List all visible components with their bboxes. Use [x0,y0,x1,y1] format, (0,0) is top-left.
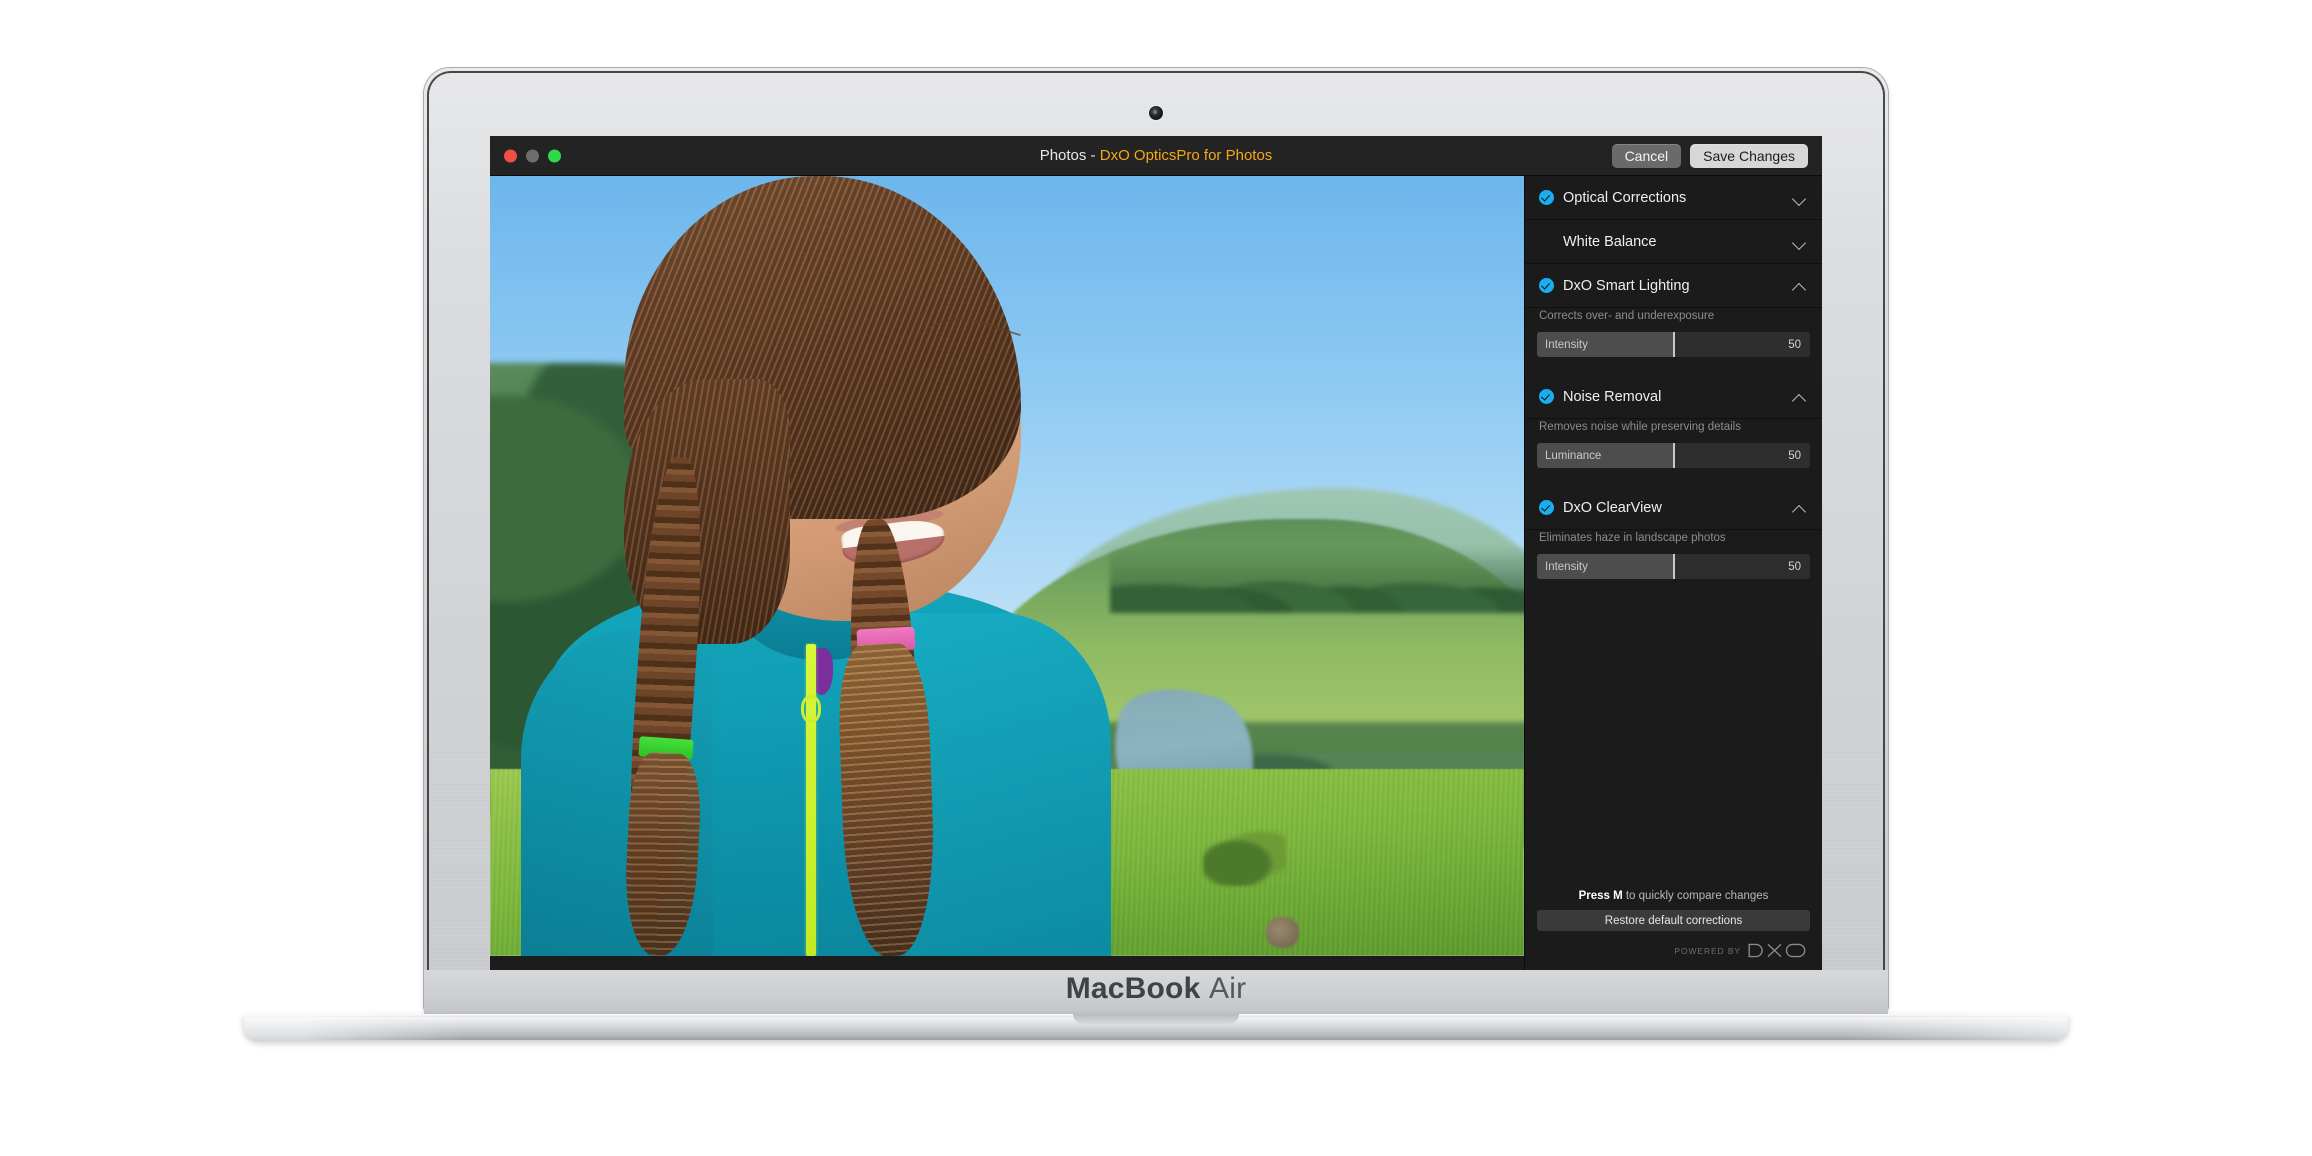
laptop-base-notch [1073,1014,1239,1024]
traffic-lights [504,149,561,162]
window-title-app: DxO OpticsPro for Photos [1099,147,1273,164]
section-description-dxo-clearview: Eliminates haze in landscape photos [1539,532,1726,544]
dxo-logo-icon [1748,943,1806,958]
photo-jacket-right-shoulder [905,612,1111,956]
minimize-button[interactable] [526,149,539,162]
panel-footer: Press M to quickly compare changes Resto… [1525,880,1822,972]
slider-handle-dxo-clearview[interactable] [1672,554,1675,579]
section-description-dxo-smart-lighting: Corrects over- and underexposure [1539,310,1715,322]
slider-value-dxo-clearview: 50 [1788,560,1801,573]
section-description-noise-removal: Removes noise while preserving details [1539,421,1741,433]
photo-zipper [806,644,816,956]
photo-shrub [1203,831,1287,886]
checkmark-icon-optical-corrections[interactable] [1539,190,1554,205]
webcam-icon [1149,106,1163,120]
brand-macbook: MacBook [1065,972,1201,1005]
slider-wrap-dxo-clearview: Intensity 50 [1525,554,1822,597]
macbook-air-device: Photos - DxO OpticsPro for Photos Cancel… [244,68,2068,1040]
compare-hint-text: to quickly compare changes [1622,890,1769,902]
section-header-white-balance[interactable]: White Balance [1525,220,1822,264]
section-white-balance: White Balance [1525,220,1822,264]
cancel-button[interactable]: Cancel [1611,143,1682,168]
slider-noise-removal[interactable]: Luminance 50 [1537,443,1810,468]
corrections-panel: Optical Corrections White Balance DxO Smar… [1524,176,1822,972]
slider-label-dxo-clearview: Intensity [1545,560,1588,573]
photo-right-treeline [1110,503,1524,613]
section-dxo-smart-lighting: DxO Smart Lighting Corrects over- and und… [1525,264,1822,375]
zoom-button[interactable] [548,149,561,162]
window-title-document: Photos [1039,147,1087,164]
compare-hint: Press M to quickly compare changes [1537,880,1810,910]
slider-handle-noise-removal[interactable] [1672,443,1675,468]
chevron-up-icon-dxo-clearview[interactable] [1792,500,1808,516]
window-titlebar: Photos - DxO OpticsPro for Photos Cancel… [490,136,1822,176]
close-button[interactable] [504,149,517,162]
chevron-up-icon-dxo-smart-lighting[interactable] [1792,278,1808,294]
laptop-lid: Photos - DxO OpticsPro for Photos Cancel… [424,68,1888,1014]
photo-zipper-pull [800,694,822,723]
compare-hint-key: Press M [1578,890,1623,902]
section-header-dxo-clearview[interactable]: DxO ClearView [1525,486,1822,530]
powered-by-dxo: POWERED BY [1537,931,1810,960]
app-window: Photos - DxO OpticsPro for Photos Cancel… [490,136,1822,972]
laptop-screen: Photos - DxO OpticsPro for Photos Cancel… [490,136,1822,972]
device-brand-label: MacBook Air [424,972,1888,1006]
powered-by-label: POWERED BY [1674,945,1741,956]
titlebar-actions: Cancel Save Changes [1611,143,1808,168]
checkmark-icon-dxo-clearview[interactable] [1539,500,1554,515]
photo-canvas [490,176,1524,956]
slider-dxo-clearview[interactable]: Intensity 50 [1537,554,1810,579]
chevron-down-icon-white-balance[interactable] [1792,234,1808,250]
checkbox-empty-icon-white-balance[interactable] [1539,234,1554,249]
slider-value-noise-removal: 50 [1788,449,1801,462]
chevron-down-icon-optical-corrections[interactable] [1792,190,1808,206]
save-changes-button[interactable]: Save Changes [1690,143,1808,168]
slider-wrap-dxo-smart-lighting: Intensity 50 [1525,332,1822,375]
section-header-noise-removal[interactable]: Noise Removal [1525,375,1822,419]
section-dxo-clearview: DxO ClearView Eliminates haze in landscap… [1525,486,1822,597]
section-noise-removal: Noise Removal Removes noise while preserv… [1525,375,1822,486]
photo-rock [1265,917,1299,949]
section-header-dxo-smart-lighting[interactable]: DxO Smart Lighting [1525,264,1822,308]
screenshot-root: Photos - DxO OpticsPro for Photos Cancel… [0,0,2312,1156]
window-title-separator: - [1086,147,1100,164]
checkmark-icon-dxo-smart-lighting[interactable] [1539,278,1554,293]
slider-label-dxo-smart-lighting: Intensity [1545,338,1588,351]
section-title-white-balance: White Balance [1563,233,1657,250]
slider-value-dxo-smart-lighting: 50 [1788,338,1801,351]
brand-air: Air [1209,972,1247,1005]
checkmark-icon-noise-removal[interactable] [1539,389,1554,404]
corrections-sections: Optical Corrections White Balance DxO Smar… [1525,176,1822,880]
section-title-optical-corrections: Optical Corrections [1563,189,1687,206]
section-title-dxo-clearview: DxO ClearView [1563,499,1662,516]
window-body: Optical Corrections White Balance DxO Smar… [490,176,1822,972]
slider-dxo-smart-lighting[interactable]: Intensity 50 [1537,332,1810,357]
section-title-dxo-smart-lighting: DxO Smart Lighting [1563,277,1690,294]
chevron-up-icon-noise-removal[interactable] [1792,389,1808,405]
slider-wrap-noise-removal: Luminance 50 [1525,443,1822,486]
section-header-optical-corrections[interactable]: Optical Corrections [1525,176,1822,220]
photo-viewer[interactable] [490,176,1524,972]
slider-handle-dxo-smart-lighting[interactable] [1672,332,1675,357]
restore-default-corrections-button[interactable]: Restore default corrections [1537,910,1810,931]
section-title-noise-removal: Noise Removal [1563,388,1662,405]
photo-subject-girl [521,176,1162,956]
slider-label-noise-removal: Luminance [1545,449,1602,462]
section-optical-corrections: Optical Corrections [1525,176,1822,220]
